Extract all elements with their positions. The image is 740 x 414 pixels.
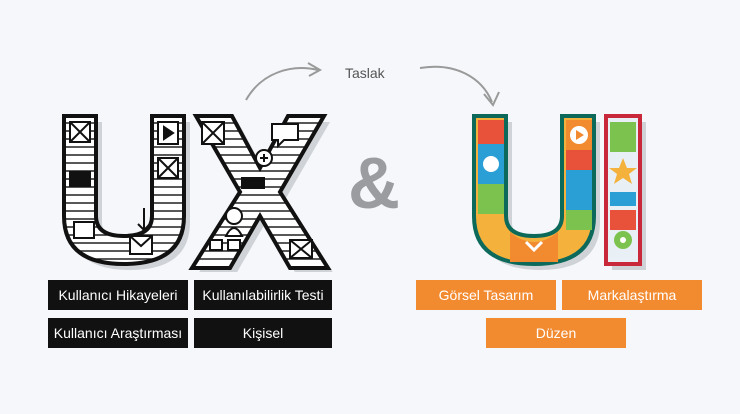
ux-logo bbox=[62, 114, 333, 272]
ux-tag-personas: Kişisel bbox=[194, 318, 332, 348]
ux-tag-user-stories: Kullanıcı Hikayeleri bbox=[48, 280, 188, 310]
ui-tag-layout: Düzen bbox=[486, 318, 626, 348]
ux-ui-diagram: Taslak & Kullanıcı Hikayeleri Kullanılab… bbox=[0, 0, 740, 414]
arrow-taslak-to-ui bbox=[419, 65, 493, 103]
ui-logo bbox=[472, 114, 646, 270]
ampersand-symbol: & bbox=[348, 144, 400, 224]
ui-tag-branding: Markalaştırma bbox=[562, 280, 702, 310]
ux-tag-user-research: Kullanıcı Araştırması bbox=[48, 318, 188, 348]
arrow-ux-to-taslak bbox=[245, 67, 319, 101]
ui-tag-visual-design: Görsel Tasarım bbox=[416, 280, 556, 310]
ux-tag-usability-testing: Kullanılabilirlik Testi bbox=[194, 280, 332, 310]
flow-label: Taslak bbox=[345, 65, 385, 81]
